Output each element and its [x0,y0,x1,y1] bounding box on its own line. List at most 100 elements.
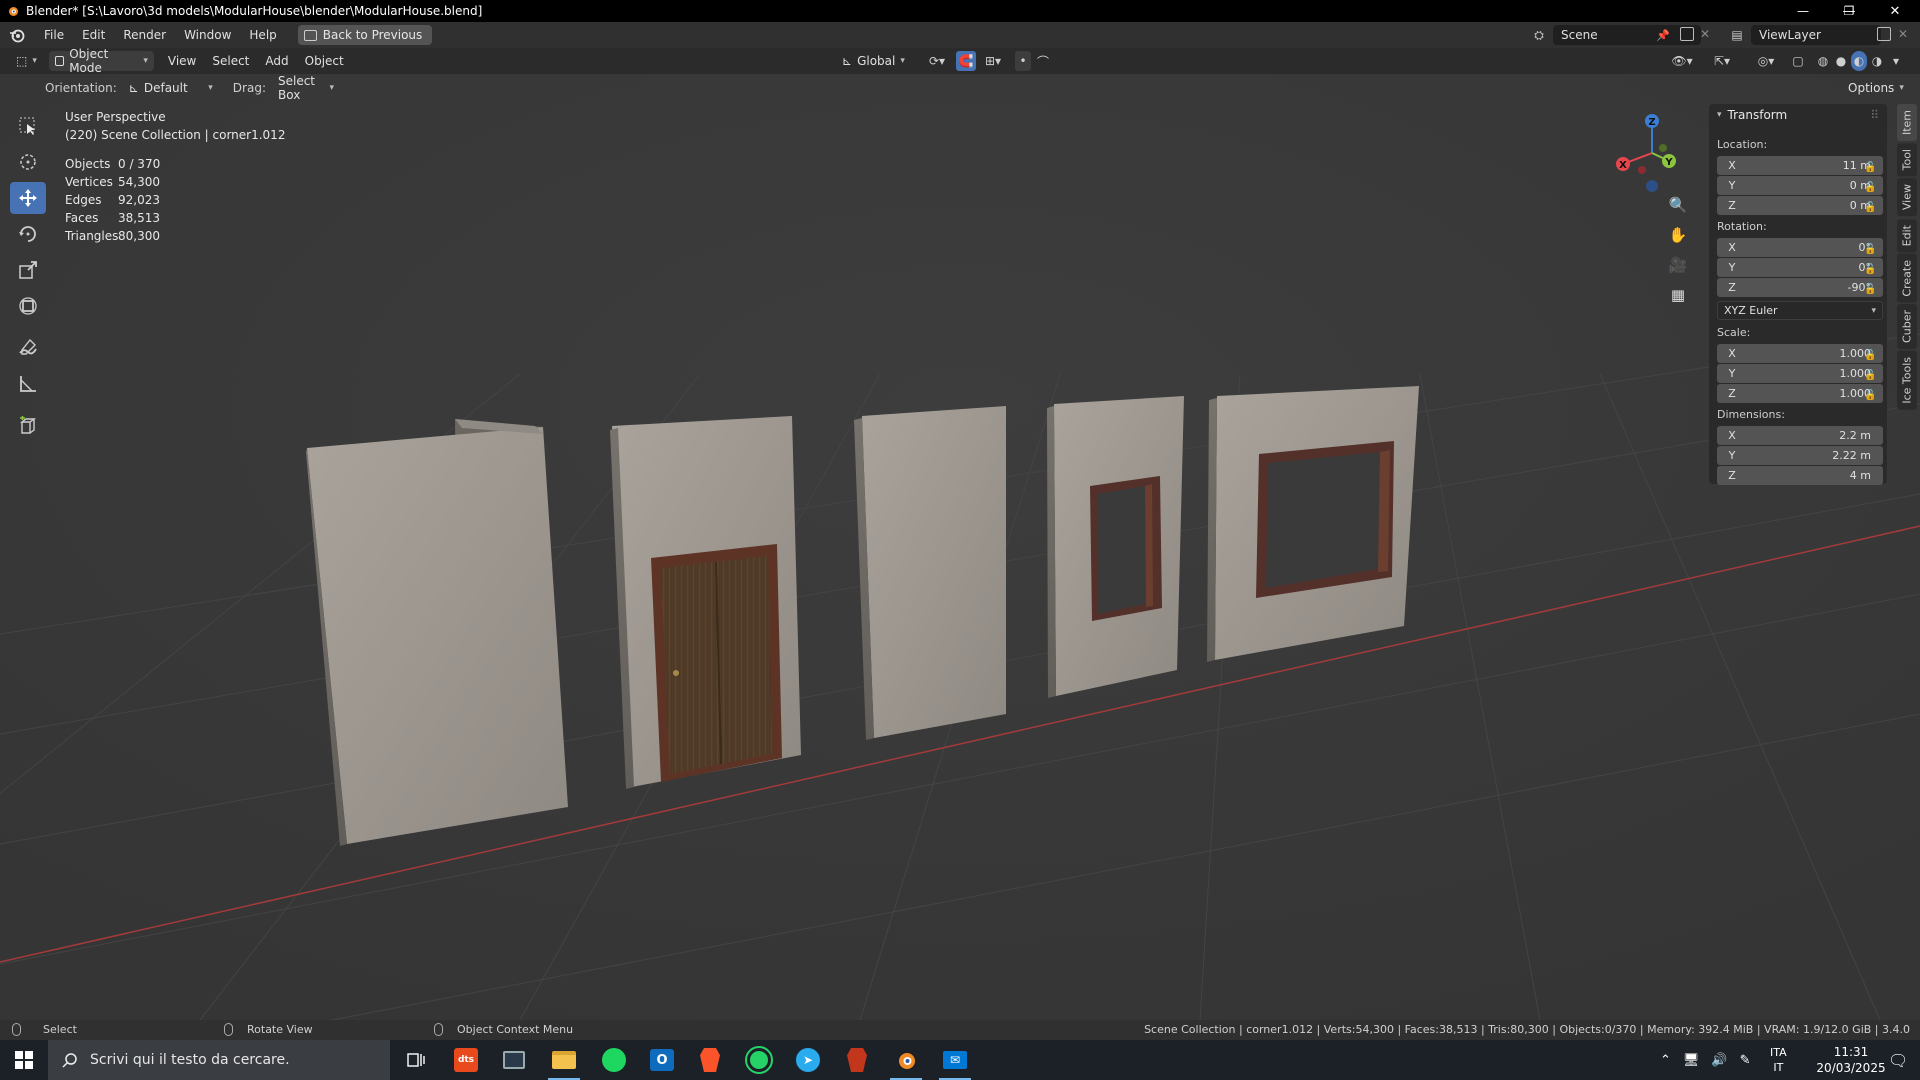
network-icon[interactable]: 🖥 [1683,1053,1700,1068]
editor-type-dropdown[interactable]: ⬚ ▾ [10,51,43,71]
brave-nightly-icon[interactable] [833,1040,881,1080]
tab-edit[interactable]: Edit [1897,218,1917,252]
delete-scene-icon[interactable]: ✕ [1700,27,1710,41]
pan-hand-icon[interactable]: ✋ [1665,222,1691,248]
delete-view-layer-icon[interactable]: ✕ [1898,27,1908,41]
cursor-tool[interactable] [10,146,46,178]
shading-options-icon[interactable]: ▾ [1888,51,1904,71]
menu-select[interactable]: Select [204,54,257,68]
xray-icon[interactable]: ▢ [1790,51,1806,71]
scene-name-field[interactable]: Scene [1553,25,1701,45]
scale-y-field[interactable]: Y 1.000 [1717,364,1883,383]
options-dropdown[interactable]: Options ▾ [1848,78,1904,98]
close-window-button[interactable]: ✕ [1872,0,1918,22]
scale-z-field[interactable]: Z 1.000 [1717,384,1883,403]
proportional-edit-icon[interactable]: • [1015,51,1031,71]
move-tool[interactable] [10,182,46,214]
rendered-shading-icon[interactable]: ◑ [1869,51,1885,71]
camera-view-icon[interactable]: 🎥 [1665,252,1691,278]
notification-icon[interactable]: 🗨 [1888,1040,1908,1080]
location-z-field[interactable]: Z 0 m [1717,196,1883,215]
brave-browser-icon[interactable] [686,1040,734,1080]
location-x-field[interactable]: X 11 m [1717,156,1883,175]
minimize-icon[interactable]: — [1780,0,1826,22]
dimensions-z-field[interactable]: Z 4 m [1717,466,1883,485]
drag-dropdown[interactable]: Select Box ▾ [272,74,340,102]
material-shading-icon[interactable]: ◐ [1851,51,1867,71]
dts-app-icon[interactable]: dts [442,1040,490,1080]
new-view-layer-icon[interactable] [1877,27,1891,41]
rotation-y-field[interactable]: Y 0° [1717,258,1883,277]
rotate-tool[interactable] [10,218,46,250]
visibility-icon[interactable]: 👁▾ [1667,51,1697,71]
tab-item[interactable]: Item [1897,104,1917,142]
tray-chevron-up-icon[interactable]: ⌃ [1660,1053,1671,1068]
blender-taskbar-icon[interactable] [882,1040,930,1080]
menu-edit[interactable]: Edit [73,22,114,48]
lock-icons-location[interactable]: 🔓 🔓 🔓 [1864,158,1876,218]
menu-window[interactable]: Window [175,22,240,48]
wireframe-shading-icon[interactable]: ◍ [1815,51,1831,71]
perspective-grid-icon[interactable]: ▦ [1665,282,1691,308]
outlook-icon[interactable]: O [638,1040,686,1080]
dimensions-y-field[interactable]: Y 2.22 m [1717,446,1883,465]
taskbar-search[interactable]: Scrivi qui il testo da cercare. [48,1040,390,1080]
orientation-dropdown[interactable]: ⊾ Default ▾ [123,78,219,98]
volume-icon[interactable]: 🔊 [1711,1053,1727,1068]
whatsapp-icon[interactable] [735,1040,783,1080]
pin-icon[interactable]: 📌 [1656,29,1670,42]
tab-cuber[interactable]: Cuber [1897,304,1917,350]
wall-corner-object[interactable] [306,419,568,846]
clock[interactable]: 11:31 20/03/2025 [1816,1040,1885,1080]
scene-browse-icon[interactable]: ⛭ [1525,25,1553,45]
navigation-gizmo[interactable]: Z X Y [1605,108,1695,198]
select-box-tool[interactable] [10,110,46,142]
transform-tool[interactable] [10,290,46,322]
scale-tool[interactable] [10,254,46,286]
snap-toggle-icon[interactable]: 🧲 [956,51,976,71]
pen-icon[interactable]: ✎ [1740,1053,1751,1068]
wall-plain-object[interactable] [854,406,1006,740]
solid-shading-icon[interactable]: ● [1833,51,1849,71]
drag-handle-icon[interactable]: ⠿ [1870,108,1879,122]
location-y-field[interactable]: Y 0 m [1717,176,1883,195]
overlay-toggle-icon[interactable]: ◎▾ [1746,51,1786,71]
scale-x-field[interactable]: X 1.000 [1717,344,1883,363]
telegram-icon[interactable]: ➤ [784,1040,832,1080]
blender-menu-icon[interactable] [9,27,25,43]
file-explorer-icon[interactable] [540,1040,588,1080]
rotation-x-field[interactable]: X 0° [1717,238,1883,257]
annotate-tool[interactable] [10,332,46,364]
view-layer-field[interactable]: ViewLayer [1751,25,1881,45]
spotify-icon[interactable] [590,1040,638,1080]
rotation-z-field[interactable]: Z -90° [1717,278,1883,297]
tab-ice-tools[interactable]: Ice Tools [1897,351,1917,410]
task-view-icon[interactable] [392,1040,440,1080]
falloff-icon[interactable]: ⌒ [1035,51,1051,71]
view-layer-browse-icon[interactable]: ▤ [1723,25,1751,45]
menu-view[interactable]: View [160,54,204,68]
mail-app-icon[interactable]: ✉ [931,1040,979,1080]
back-to-previous-button[interactable]: Back to Previous [297,25,433,45]
start-button[interactable] [0,1040,48,1080]
mode-dropdown[interactable]: Object Mode ▾ [48,47,154,75]
menu-object[interactable]: Object [297,54,352,68]
add-cube-tool[interactable] [10,410,46,442]
menu-add[interactable]: Add [257,54,296,68]
rotation-mode-dropdown[interactable]: XYZ Euler ▾ [1717,301,1883,320]
tab-tool[interactable]: Tool [1897,143,1917,177]
wall-door-object[interactable] [610,416,801,789]
dimensions-x-field[interactable]: X 2.2 m [1717,426,1883,445]
tab-create[interactable]: Create [1897,253,1917,303]
lock-icons-scale[interactable]: 🔓 🔓 🔓 [1864,346,1876,406]
wall-wide-window-object[interactable] [1207,386,1419,662]
restore-button[interactable]: ❐ [1826,0,1872,22]
tab-view[interactable]: View [1897,178,1917,217]
3d-viewport[interactable]: Z X Y 🔍 ✋ 🎥 ▦ [0,74,1920,1020]
language-indicator[interactable]: ITA IT [1770,1040,1787,1080]
wall-narrow-window-object[interactable] [1047,396,1184,698]
menu-file[interactable]: File [35,22,73,48]
new-scene-icon[interactable] [1680,27,1694,41]
viewport-scene[interactable] [0,74,1920,1020]
transform-panel-header[interactable]: ▾ Transform ⠿ [1709,104,1887,126]
